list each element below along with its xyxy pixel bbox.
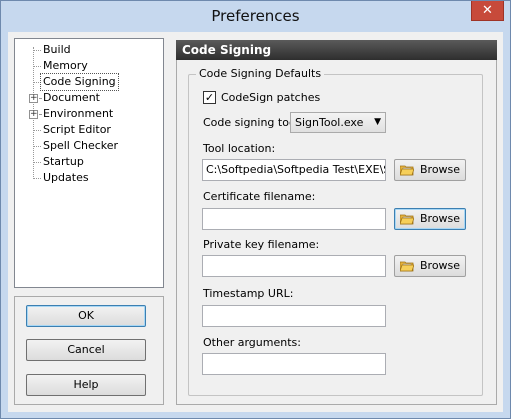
expand-icon[interactable]: + bbox=[29, 110, 38, 119]
private-key-label: Private key filename: bbox=[203, 238, 320, 251]
tree-item-updates[interactable]: Updates bbox=[15, 170, 163, 186]
browse-label: Browse bbox=[420, 212, 461, 225]
timestamp-url-label: Timestamp URL: bbox=[203, 287, 294, 300]
private-key-browse-button[interactable]: Browse bbox=[394, 255, 466, 277]
certificate-label: Certificate filename: bbox=[203, 190, 316, 203]
close-icon: ✕ bbox=[482, 3, 493, 18]
tree-item-label: Build bbox=[43, 43, 71, 56]
signing-tool-value: SignTool.exe bbox=[295, 116, 364, 129]
dialog-client-area: Build Memory Code Signing + Document + E… bbox=[8, 32, 503, 412]
browse-label: Browse bbox=[420, 163, 461, 176]
tree-item-spell-checker[interactable]: Spell Checker bbox=[15, 138, 163, 154]
signing-tool-select[interactable]: SignTool.exe ▼ bbox=[290, 112, 386, 133]
window-title: Preferences bbox=[211, 7, 300, 25]
tree-item-environment[interactable]: + Environment bbox=[15, 106, 163, 122]
tree-item-document[interactable]: + Document bbox=[15, 90, 163, 106]
close-button[interactable]: ✕ bbox=[471, 1, 504, 21]
chevron-down-icon: ▼ bbox=[374, 117, 381, 127]
tree-item-startup[interactable]: Startup bbox=[15, 154, 163, 170]
other-arguments-label: Other arguments: bbox=[203, 336, 301, 349]
tree-item-label: Memory bbox=[43, 59, 88, 72]
dialog-button-group: OK Cancel Help bbox=[14, 296, 164, 405]
timestamp-url-input[interactable] bbox=[202, 305, 386, 327]
tree-item-label: Document bbox=[43, 91, 100, 104]
tree-item-code-signing[interactable]: Code Signing bbox=[15, 73, 163, 91]
tree-item-label: Startup bbox=[43, 155, 84, 168]
group-title: Code Signing Defaults bbox=[196, 67, 325, 80]
folder-open-icon bbox=[400, 165, 414, 176]
tree-item-label: Script Editor bbox=[43, 123, 111, 136]
cancel-button[interactable]: Cancel bbox=[26, 339, 146, 361]
tool-location-label: Tool location: bbox=[203, 142, 276, 155]
preferences-window: Preferences ✕ Build Memory Code Signing … bbox=[0, 0, 511, 419]
tree-item-build[interactable]: Build bbox=[15, 42, 163, 58]
codesign-patches-checkbox[interactable]: ✓ bbox=[203, 91, 216, 104]
code-signing-defaults-group: Code Signing Defaults ✓ CodeSign patches… bbox=[188, 67, 483, 396]
title-bar[interactable]: Preferences ✕ bbox=[1, 1, 510, 32]
other-arguments-input[interactable] bbox=[202, 353, 386, 375]
tree-item-label: Spell Checker bbox=[43, 139, 119, 152]
help-button[interactable]: Help bbox=[26, 374, 146, 396]
category-tree[interactable]: Build Memory Code Signing + Document + E… bbox=[14, 38, 164, 288]
tool-location-input[interactable]: C:\Softpedia\Softpedia Test\EXE\Sc bbox=[202, 159, 386, 181]
tree-item-label: Environment bbox=[43, 107, 114, 120]
tree-item-memory[interactable]: Memory bbox=[15, 58, 163, 74]
browse-label: Browse bbox=[420, 259, 461, 272]
certificate-input[interactable] bbox=[202, 208, 386, 230]
certificate-browse-button[interactable]: Browse bbox=[394, 208, 466, 230]
private-key-input[interactable] bbox=[202, 255, 386, 277]
signing-tool-label: Code signing tool: bbox=[203, 116, 303, 129]
tree-item-script-editor[interactable]: Script Editor bbox=[15, 122, 163, 138]
expand-icon[interactable]: + bbox=[29, 94, 38, 103]
tree-item-label: Code Signing bbox=[40, 73, 119, 91]
page-title: Code Signing bbox=[176, 40, 497, 60]
folder-open-icon bbox=[400, 261, 414, 272]
code-signing-page: Code Signing Defaults ✓ CodeSign patches… bbox=[176, 60, 497, 405]
ok-button[interactable]: OK bbox=[26, 305, 146, 327]
tool-location-browse-button[interactable]: Browse bbox=[394, 159, 466, 181]
codesign-patches-label: CodeSign patches bbox=[221, 91, 321, 104]
tree-item-label: Updates bbox=[43, 171, 89, 184]
folder-open-icon bbox=[400, 214, 414, 225]
